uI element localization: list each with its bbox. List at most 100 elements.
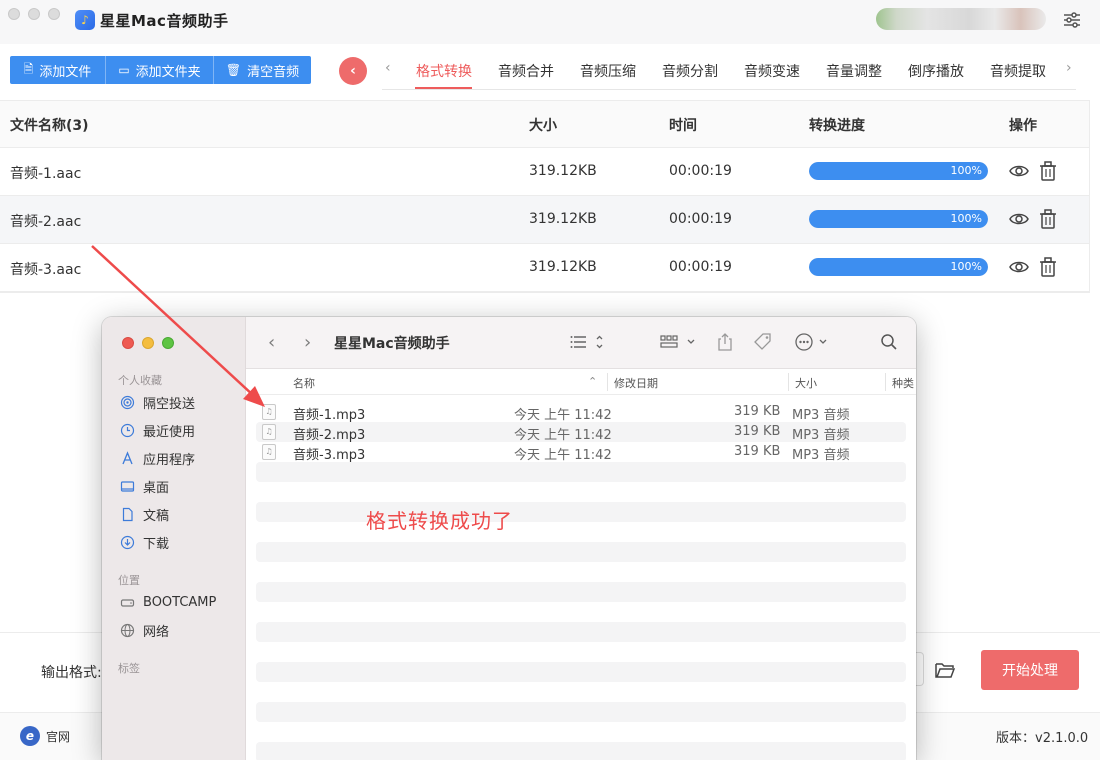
preview-eye-icon[interactable] [1008, 256, 1030, 278]
table-row[interactable]: 音频-1.aac 319.12KB 00:00:19 100% [0, 148, 1089, 196]
sidebar-item-label: 最近使用 [143, 424, 196, 440]
tab-audio-merge[interactable]: 音频合并 [498, 61, 554, 81]
finder-zoom-button[interactable] [162, 337, 174, 349]
audio-file-icon: ♫ [262, 404, 276, 420]
sidebar-item-network[interactable]: 网络 [120, 620, 169, 640]
more-actions-icon[interactable] [794, 332, 832, 352]
tab-volume-adjust[interactable]: 音量调整 [826, 61, 882, 81]
add-file-button[interactable]: 🗎 添加文件 [10, 56, 106, 84]
sidebar-item-label: 文稿 [143, 508, 170, 524]
empty-row [256, 622, 906, 642]
output-format-label: 输出格式: [41, 665, 102, 681]
forward-arrow-icon[interactable]: › [304, 332, 311, 353]
folder-icon: ▭ [118, 63, 130, 77]
share-icon[interactable] [716, 332, 734, 352]
finder-file-row[interactable]: ♫ 音频-3.mp3 今天 上午 11:42 319 KB MP3 音频 [256, 442, 906, 463]
tab-audio-speed[interactable]: 音频变速 [744, 61, 800, 81]
file-size: 319.12KB [529, 259, 597, 275]
audio-file-icon: ♫ [262, 424, 276, 440]
close-window-button[interactable] [8, 8, 20, 20]
finder-file-kind: MP3 音频 [792, 448, 850, 463]
website-icon[interactable]: e [20, 726, 40, 746]
header-file-name: 文件名称(3) [10, 118, 89, 134]
delete-trash-icon[interactable] [1037, 256, 1059, 278]
preview-eye-icon[interactable] [1008, 208, 1030, 230]
sidebar-item-documents[interactable]: 文稿 [120, 504, 169, 524]
finder-close-button[interactable] [122, 337, 134, 349]
tabs-scroll-right-icon[interactable]: › [1066, 60, 1072, 76]
file-icon: 🗎 [23, 61, 34, 76]
clear-audio-button[interactable]: 🗑 清空音频 [214, 56, 311, 84]
add-folder-button[interactable]: ▭ 添加文件夹 [106, 56, 214, 84]
column-name[interactable]: 名称 [293, 375, 315, 391]
sidebar-item-airdrop[interactable]: 隔空投送 [120, 392, 195, 412]
zoom-window-button[interactable] [48, 8, 60, 20]
back-arrow-icon[interactable]: ‹ [268, 332, 275, 353]
trash-icon: 🗑 [225, 63, 242, 77]
group-view-icon[interactable] [660, 332, 698, 352]
file-name: 音频-2.aac [10, 214, 82, 230]
table-row[interactable]: 音频-3.aac 319.12KB 00:00:19 100% [0, 244, 1089, 292]
sidebar-item-applications[interactable]: 应用程序 [120, 448, 195, 468]
header-actions: 操作 [1009, 118, 1037, 134]
sidebar-item-recents[interactable]: 最近使用 [120, 420, 195, 440]
version-label: 版本：v2.1.0.0 [996, 731, 1089, 746]
drive-icon [120, 595, 135, 610]
progress-label: 100% [950, 260, 982, 273]
header-progress: 转换进度 [809, 118, 865, 134]
preview-eye-icon[interactable] [1008, 160, 1030, 182]
website-link[interactable]: 官网 [46, 728, 70, 745]
desktop-icon [120, 479, 135, 494]
tab-reverse-play[interactable]: 倒序播放 [908, 61, 964, 81]
network-icon [120, 623, 135, 638]
open-folder-icon[interactable] [934, 660, 956, 680]
column-kind[interactable]: 种类 [892, 375, 914, 391]
applications-icon [120, 450, 135, 466]
file-duration: 00:00:19 [669, 211, 732, 227]
list-view-icon[interactable] [570, 332, 604, 352]
sidebar-item-bootcamp[interactable]: BOOTCAMP [120, 592, 216, 612]
search-icon[interactable] [880, 332, 898, 352]
favorites-section-title: 个人收藏 [118, 374, 162, 387]
audio-file-icon: ♫ [262, 444, 276, 460]
tag-icon[interactable] [752, 332, 774, 352]
empty-row [256, 502, 906, 522]
finder-file-row[interactable]: ♫ 音频-2.mp3 今天 上午 11:42 319 KB MP3 音频 [256, 422, 906, 443]
finder-window: 个人收藏 隔空投送 最近使用 应用程序 桌面 文稿 下载 位置 BOOTCAMP… [102, 317, 916, 760]
minimize-window-button[interactable] [28, 8, 40, 20]
add-file-label: 添加文件 [39, 64, 92, 80]
tags-section-title: 标签 [118, 662, 140, 675]
empty-row [256, 742, 906, 760]
empty-row [256, 702, 906, 722]
app-logo-icon: ♪ [75, 10, 95, 30]
tab-audio-extract[interactable]: 音频提取 [990, 61, 1046, 81]
sidebar-item-desktop[interactable]: 桌面 [120, 476, 169, 496]
tab-format-convert[interactable]: 格式转换 [416, 61, 472, 81]
sort-ascending-icon[interactable]: ⌃ [588, 375, 597, 388]
file-size: 319.12KB [529, 211, 597, 227]
delete-trash-icon[interactable] [1037, 208, 1059, 230]
column-size[interactable]: 大小 [795, 375, 817, 391]
delete-trash-icon[interactable] [1037, 160, 1059, 182]
finder-file-date: 今天 上午 11:42 [514, 448, 612, 463]
sidebar-item-downloads[interactable]: 下载 [120, 532, 169, 552]
finder-minimize-button[interactable] [142, 337, 154, 349]
column-divider [607, 373, 608, 391]
start-processing-button[interactable]: 开始处理 [981, 650, 1079, 690]
finder-file-row[interactable]: ♫ 音频-1.mp3 今天 上午 11:42 319 KB MP3 音频 [256, 402, 906, 423]
settings-sliders-icon[interactable] [1062, 10, 1082, 30]
success-annotation: 格式转换成功了 [366, 509, 513, 533]
finder-file-name: 音频-1.mp3 [293, 408, 366, 423]
finder-file-date: 今天 上午 11:42 [514, 428, 612, 443]
column-date-modified[interactable]: 修改日期 [614, 375, 658, 391]
file-size: 319.12KB [529, 163, 597, 179]
finder-folder-title: 星星Mac音频助手 [334, 336, 450, 352]
tabs-scroll-left-icon[interactable]: ‹ [385, 60, 391, 76]
finder-file-size: 319 KB [734, 404, 781, 419]
tab-audio-split[interactable]: 音频分割 [662, 61, 718, 81]
table-row[interactable]: 音频-2.aac 319.12KB 00:00:19 100% [0, 196, 1089, 244]
sidebar-item-label: 桌面 [143, 480, 170, 496]
user-account-area[interactable] [876, 8, 1046, 30]
tab-audio-compress[interactable]: 音频压缩 [580, 61, 636, 81]
collapse-back-button[interactable]: ‹ [339, 57, 367, 85]
